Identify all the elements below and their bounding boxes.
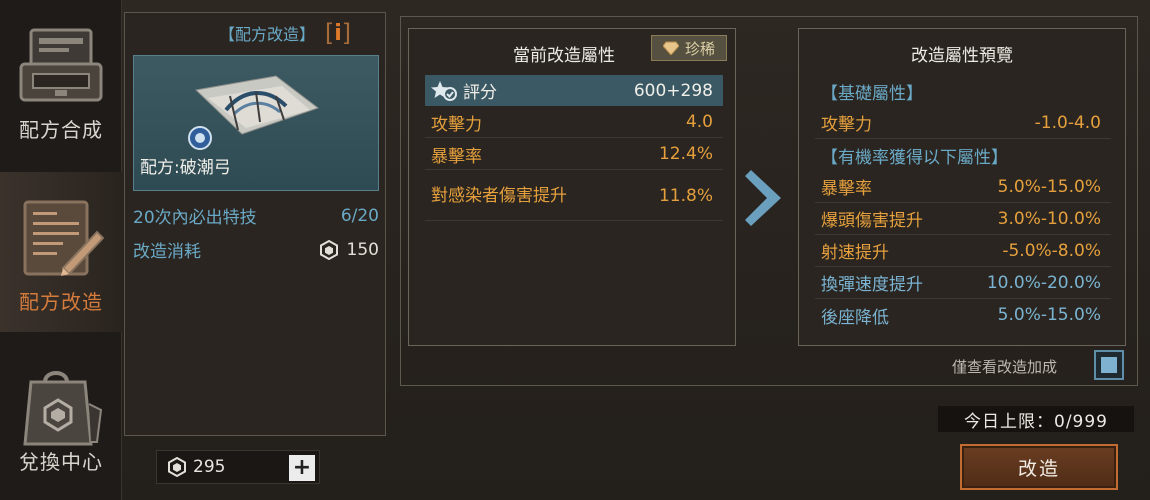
attr-name: 換彈速度提升 (821, 275, 923, 295)
recipe-name: 配方:破潮弓 (140, 158, 231, 178)
chance-attributes-header: 【有機率獲得以下屬性】 (815, 139, 1111, 171)
preview-attr-row: 攻擊力 -1.0-4.0 (815, 107, 1111, 139)
blueprint-edit-icon (23, 200, 105, 276)
attr-name: 對感染者傷害提升 (431, 185, 567, 206)
attr-value: 12.4% (658, 144, 713, 164)
guarantee-row: 20次內必出特技 6/20 (133, 203, 379, 229)
recipe-panel: 【配方改造】 [ i ] 配方:破潮弓 20次內必出特技 6/20 改造消耗 1… (124, 12, 386, 436)
info-icon: i (334, 20, 342, 46)
nav-label-recipe-craft: 配方合成 (19, 118, 103, 142)
preview-attr-row: 換彈速度提升 10.0%-20.0% (815, 267, 1111, 299)
material-cube-icon (168, 457, 186, 477)
attr-value: 5.0%-15.0% (997, 176, 1101, 197)
attr-value: 4.0 (685, 112, 713, 132)
currency-amount: 295 (193, 457, 226, 477)
attr-name: 暴擊率 (431, 146, 482, 167)
attr-name: 攻擊力 (431, 114, 482, 135)
bracket-left-icon: [ (324, 19, 335, 47)
blueprint-bow-icon (188, 75, 320, 150)
attr-name: 射速提升 (821, 243, 889, 263)
attr-name: 爆頭傷害提升 (821, 211, 923, 231)
bracket-right-icon: ] (341, 19, 352, 47)
attr-value: 5.0%-15.0% (997, 305, 1101, 325)
panel-title: 【配方改造】 (218, 25, 315, 44)
checkbox-fill (1101, 357, 1117, 373)
guarantee-label: 20次內必出特技 (133, 208, 257, 228)
guarantee-progress: 6/20 (340, 205, 379, 226)
current-attr-row: 攻擊力 4.0 (425, 107, 723, 138)
current-attributes-title: 當前改造屬性 (513, 46, 615, 66)
info-button[interactable]: [ i ] (320, 19, 356, 47)
base-attributes-header: 【基礎屬性】 (815, 75, 1111, 107)
add-currency-button[interactable]: + (289, 455, 315, 481)
rarity-label: 珍稀 (684, 39, 715, 58)
base-header-label: 【基礎屬性】 (821, 83, 923, 104)
nav-label-recipe-modify: 配方改造 (19, 290, 103, 314)
arrow-right-icon (745, 170, 781, 226)
attr-name: 後座降低 (821, 307, 889, 328)
attr-name: 攻擊力 (821, 115, 872, 135)
material-cube-icon (319, 239, 338, 260)
attr-name: 暴擊率 (821, 179, 872, 199)
preview-attr-row: 爆頭傷害提升 3.0%-10.0% (815, 203, 1111, 235)
current-attr-row: 對感染者傷害提升 11.8% (425, 171, 723, 221)
score-name: 評分 (431, 78, 497, 103)
current-attributes-box: 當前改造屬性 珍稀 評分 600+298 攻擊力 4.0 暴擊率 12.4% 對… (408, 28, 736, 346)
only-view-checkbox[interactable] (1094, 350, 1124, 380)
rarity-badge: 珍稀 (651, 35, 727, 61)
shopping-bag-icon (23, 371, 103, 446)
cost-amount: 150 (319, 239, 379, 260)
preview-attr-row: 暴擊率 5.0%-15.0% (815, 171, 1111, 203)
nav-item-recipe-modify[interactable]: 配方改造 (0, 172, 122, 332)
only-view-label: 僅查看改造加成 (952, 358, 1058, 376)
cost-label: 改造消耗 (133, 242, 201, 262)
recipe-modify-screen: 配方合成 配方改造 兌換中心 【配方改造】 [i] 配方:破潮弓 20次內必… (0, 0, 1150, 500)
diamond-icon (662, 41, 679, 55)
modify-button[interactable]: 改造 (960, 444, 1118, 490)
cost-row: 改造消耗 150 (133, 237, 379, 262)
nav-item-exchange-center[interactable]: 兌換中心 (0, 340, 122, 500)
attr-value: -5.0%-8.0% (1002, 240, 1101, 261)
side-nav: 配方合成 配方改造 兌換中心 (0, 0, 122, 500)
daily-limit: 今日上限：0/999 (938, 406, 1134, 432)
score-value: 600+298 (633, 80, 713, 101)
score-row: 評分 600+298 (425, 75, 723, 106)
printer-icon (19, 28, 103, 102)
current-attr-row: 暴擊率 12.4% (425, 139, 723, 170)
attr-value: 3.0%-10.0% (997, 208, 1101, 229)
chance-header-label: 【有機率獲得以下屬性】 (821, 147, 1008, 168)
attr-value: 11.8% (658, 185, 713, 206)
nav-item-recipe-craft[interactable]: 配方合成 (0, 0, 122, 160)
score-label: 評分 (463, 83, 497, 103)
attr-value: -1.0-4.0 (1034, 112, 1101, 133)
cost-value: 150 (346, 239, 379, 260)
preview-attributes-box: 改造屬性預覽 【基礎屬性】 攻擊力 -1.0-4.0 【有機率獲得以下屬性】 暴… (798, 28, 1126, 346)
preview-title: 改造屬性預覽 (911, 46, 1013, 66)
nav-label-exchange-center: 兌換中心 (19, 450, 103, 474)
recipe-card[interactable]: 配方:破潮弓 (133, 55, 379, 191)
preview-attr-row: 後座降低 5.0%-15.0% (815, 299, 1111, 331)
star-check-icon (431, 80, 457, 101)
preview-attr-row: 射速提升 -5.0%-8.0% (815, 235, 1111, 267)
currency-box: 295 + (156, 450, 320, 484)
attr-value: 10.0%-20.0% (986, 272, 1101, 293)
